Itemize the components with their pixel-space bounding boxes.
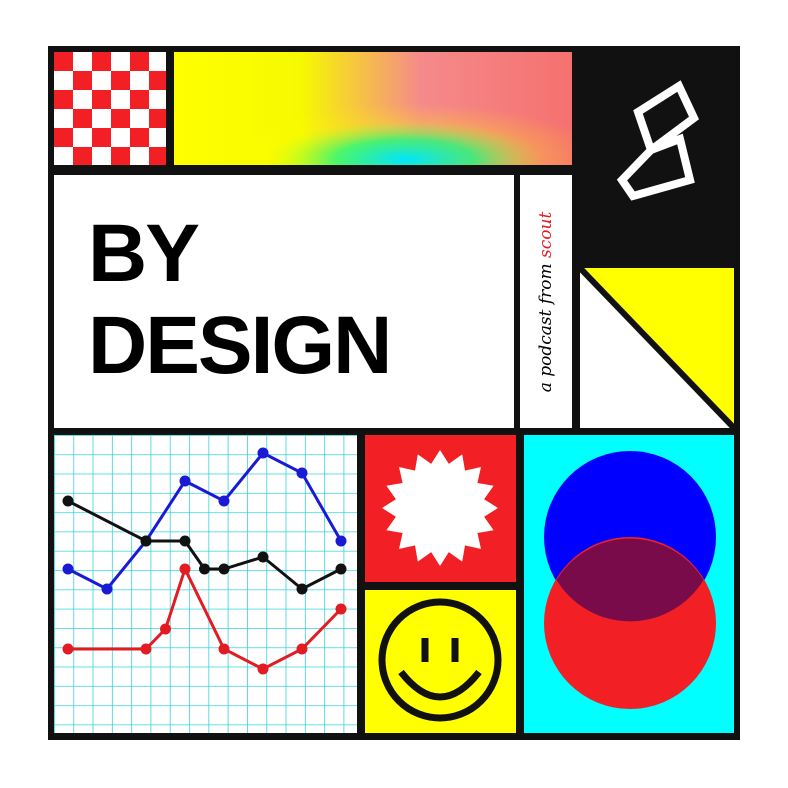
triangle-panel bbox=[577, 265, 737, 431]
data-point bbox=[218, 643, 230, 655]
data-point bbox=[62, 643, 74, 655]
data-point bbox=[140, 535, 152, 547]
data-point bbox=[199, 563, 210, 575]
data-point bbox=[62, 563, 74, 575]
data-point bbox=[335, 535, 347, 547]
data-point bbox=[140, 643, 152, 655]
data-point bbox=[179, 535, 191, 547]
data-point bbox=[62, 495, 74, 507]
data-point bbox=[179, 563, 191, 575]
gradient-panel bbox=[174, 52, 572, 165]
data-point bbox=[257, 663, 269, 675]
data-point bbox=[296, 583, 308, 595]
data-point bbox=[335, 563, 347, 575]
title-line-2: DESIGN bbox=[88, 300, 392, 391]
tagline-strip: a podcast from scout bbox=[520, 175, 572, 428]
title-panel: BY DESIGN bbox=[54, 175, 514, 428]
data-point bbox=[296, 467, 308, 479]
data-point bbox=[257, 551, 269, 563]
tagline-text: a podcast from scout bbox=[536, 211, 556, 392]
checkerboard-pattern bbox=[54, 52, 166, 165]
data-point bbox=[218, 495, 230, 507]
data-point bbox=[160, 623, 171, 635]
tagline-brand: scout bbox=[536, 211, 556, 258]
tagline-prefix: a podcast from bbox=[536, 257, 556, 392]
data-point bbox=[335, 603, 347, 615]
data-point bbox=[179, 475, 191, 487]
starburst-icon bbox=[382, 450, 498, 566]
data-point bbox=[101, 583, 113, 595]
data-point bbox=[296, 643, 308, 655]
smiley-face-icon bbox=[365, 590, 516, 733]
title-line-1: BY bbox=[88, 208, 200, 299]
data-point bbox=[218, 563, 230, 575]
venn-circles bbox=[524, 435, 734, 733]
data-point bbox=[257, 447, 269, 459]
